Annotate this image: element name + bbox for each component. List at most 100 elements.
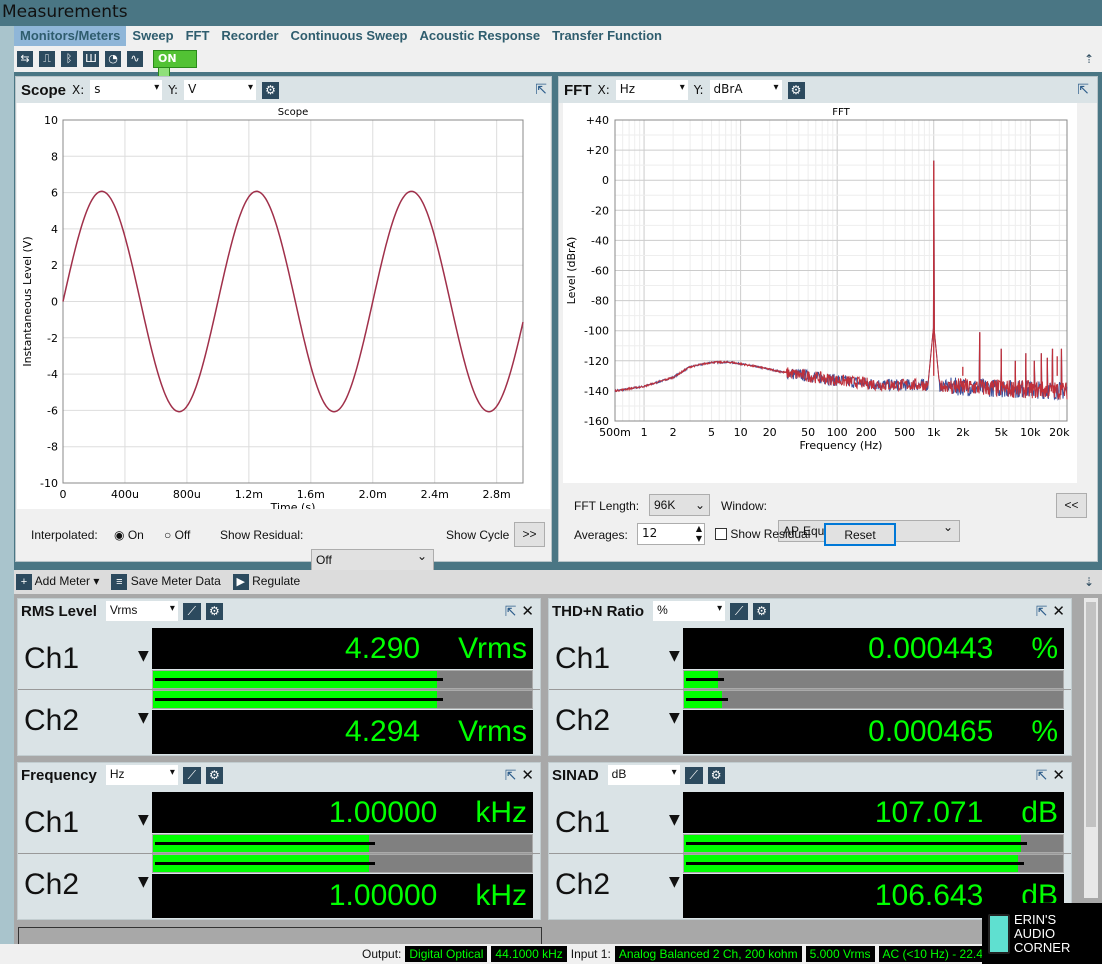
meter-toolbar: + Add Meter ▾ ≡ Save Meter Data ▶ Regula… — [14, 570, 1102, 594]
x-axis-label: Frequency (Hz) — [800, 439, 883, 452]
y-unit-select[interactable]: dBrA — [709, 80, 782, 100]
input-value: Analog Balanced 2 Ch, 200 kohm — [614, 946, 802, 962]
on-label: ON — [158, 52, 177, 65]
meter-display: 1.00000 kHz — [152, 792, 533, 833]
pulse-icon[interactable]: ⎍ — [39, 51, 55, 67]
x-label: X: — [72, 83, 85, 97]
collapse-button[interactable]: << — [1056, 493, 1087, 518]
scrollbar-thumb[interactable] — [1086, 602, 1096, 827]
channel-dropdown-icon[interactable]: ▼ — [669, 812, 680, 828]
gear-icon[interactable]: ⚙ — [262, 81, 280, 99]
show-residual-checkbox[interactable]: Show Residual — [715, 527, 810, 541]
regulate-button[interactable]: ▶ Regulate — [232, 574, 300, 590]
popout-icon[interactable]: ⇱ — [1036, 767, 1048, 784]
popout-icon[interactable]: ⇱ — [1036, 603, 1048, 620]
meter-bar-marker — [155, 678, 444, 681]
interpolated-off-radio[interactable]: ○ Off — [164, 528, 190, 542]
y-tick-label: 2 — [51, 259, 58, 272]
graph-icon[interactable]: ⟋ — [182, 766, 201, 784]
popout-icon[interactable]: ⇱ — [505, 767, 517, 784]
channel-dropdown-icon[interactable]: ▼ — [138, 710, 149, 726]
meter-display: 0.000443% — [683, 628, 1064, 669]
y-unit-select[interactable]: V — [184, 80, 257, 100]
meter-unit-select[interactable]: dB — [607, 765, 680, 785]
tab-acoustic-response[interactable]: Acoustic Response — [414, 26, 547, 46]
meter-bar — [152, 670, 533, 689]
meter-unit-select[interactable]: % — [653, 601, 726, 621]
x-unit-select[interactable]: s — [90, 80, 163, 100]
x-tick-label: 2 — [670, 426, 677, 439]
channel-dropdown-icon[interactable]: ▼ — [669, 874, 680, 890]
dock-icon[interactable]: ⇣ — [1084, 575, 1094, 589]
gear-icon[interactable]: ⚙ — [205, 602, 223, 620]
meter-header: SINAD dB ⟋ ⚙ ⇱ ✕ — [549, 763, 1071, 787]
tab-transfer-function[interactable]: Transfer Function — [546, 26, 668, 46]
add-signal-icon[interactable]: ∿ — [127, 51, 143, 67]
meter-bar-fill — [684, 835, 1028, 852]
x-unit-select[interactable]: Hz — [615, 80, 688, 100]
popout-icon[interactable]: ⇱ — [1077, 82, 1089, 98]
y-tick-label: -140 — [584, 385, 609, 398]
meter-unit: % — [1031, 715, 1058, 748]
fft-trace-ch1 — [614, 166, 1068, 401]
x-tick-label: 5 — [708, 426, 715, 439]
gear-icon[interactable]: ⚙ — [787, 81, 805, 99]
meter-unit-select[interactable]: Hz — [105, 765, 178, 785]
graph-icon[interactable]: ⟋ — [684, 766, 703, 784]
fft-header: FFT X: Hz Y: dBrA ⚙ ⇱ — [559, 77, 1097, 103]
close-icon[interactable]: ✕ — [521, 602, 534, 620]
channel-label: Ch1 — [555, 642, 611, 675]
range-value: 5.000 Vrms — [805, 946, 875, 962]
gear-icon[interactable]: ⚙ — [707, 766, 725, 784]
swap-icon[interactable]: ⇆ — [17, 51, 33, 67]
meter-bar — [152, 834, 533, 853]
channel-dropdown-icon[interactable]: ▼ — [138, 874, 149, 890]
save-meter-data-button[interactable]: ≡ Save Meter Data — [111, 574, 221, 590]
show-residual-select[interactable]: Off — [311, 549, 434, 571]
meter-bar-fill — [153, 855, 376, 872]
tab-monitors-meters[interactable]: Monitors/Meters — [14, 26, 127, 46]
generator-on-toggle[interactable]: ON — [153, 50, 197, 78]
close-icon[interactable]: ✕ — [1052, 766, 1065, 784]
pin-icon[interactable]: ⇡ — [1084, 52, 1094, 66]
graph-icon[interactable]: ⟋ — [730, 602, 749, 620]
meter-bar-fill — [684, 671, 725, 688]
x-tick-label: 10 — [734, 426, 748, 439]
waveform-icon[interactable]: Ш — [83, 51, 99, 67]
reset-button[interactable]: Reset — [824, 523, 896, 546]
meters-scrollbar[interactable] — [1084, 598, 1098, 898]
on-text: On — [127, 528, 144, 542]
channel-dropdown-icon[interactable]: ▼ — [138, 648, 149, 664]
left-dock-strip — [0, 26, 14, 964]
meter-unit: Vrms — [458, 715, 527, 748]
fft-trace-ch2 — [614, 160, 1068, 401]
popout-icon[interactable]: ⇱ — [505, 603, 517, 620]
close-icon[interactable]: ✕ — [1052, 602, 1065, 620]
spin-arrows-icon[interactable]: ▲ ▼ — [696, 524, 702, 544]
fft-chart: FFT500m 1 2 5 10 20 50 100 200 500 1k 2k 5k 10k 20k+40… — [563, 103, 1077, 483]
popout-icon[interactable]: ⇱ — [535, 82, 547, 98]
tab-fft[interactable]: FFT — [180, 26, 216, 46]
channel-label: Ch2 — [24, 868, 80, 901]
graph-icon[interactable]: ⟋ — [182, 602, 201, 620]
channel-dropdown-icon[interactable]: ▼ — [138, 812, 149, 828]
meter-unit-select[interactable]: Vrms — [105, 601, 178, 621]
gear-icon[interactable]: ⚙ — [753, 602, 771, 620]
channel-dropdown-icon[interactable]: ▼ — [669, 710, 680, 726]
add-meter-button[interactable]: + Add Meter ▾ — [16, 574, 99, 590]
meter-bar-marker — [155, 698, 444, 701]
gear-icon[interactable]: ⚙ — [205, 766, 223, 784]
show-cycle-button[interactable]: >> — [514, 522, 545, 547]
clock-icon[interactable]: ◔ — [105, 51, 121, 67]
channel-dropdown-icon[interactable]: ▼ — [669, 648, 680, 664]
tab-sweep[interactable]: Sweep — [126, 26, 179, 46]
interpolated-on-radio[interactable]: ◉ On — [114, 528, 144, 542]
y-tick-label: +40 — [586, 114, 609, 127]
tab-continuous-sweep[interactable]: Continuous Sweep — [285, 26, 414, 46]
y-tick-label: 10 — [44, 114, 58, 127]
averages-stepper[interactable]: 12 ▲ ▼ — [637, 523, 705, 545]
tab-recorder[interactable]: Recorder — [215, 26, 284, 46]
bluetooth-icon[interactable]: ᛒ — [61, 51, 77, 67]
close-icon[interactable]: ✕ — [521, 766, 534, 784]
fft-length-select[interactable]: 96K ⌄ — [649, 494, 710, 516]
